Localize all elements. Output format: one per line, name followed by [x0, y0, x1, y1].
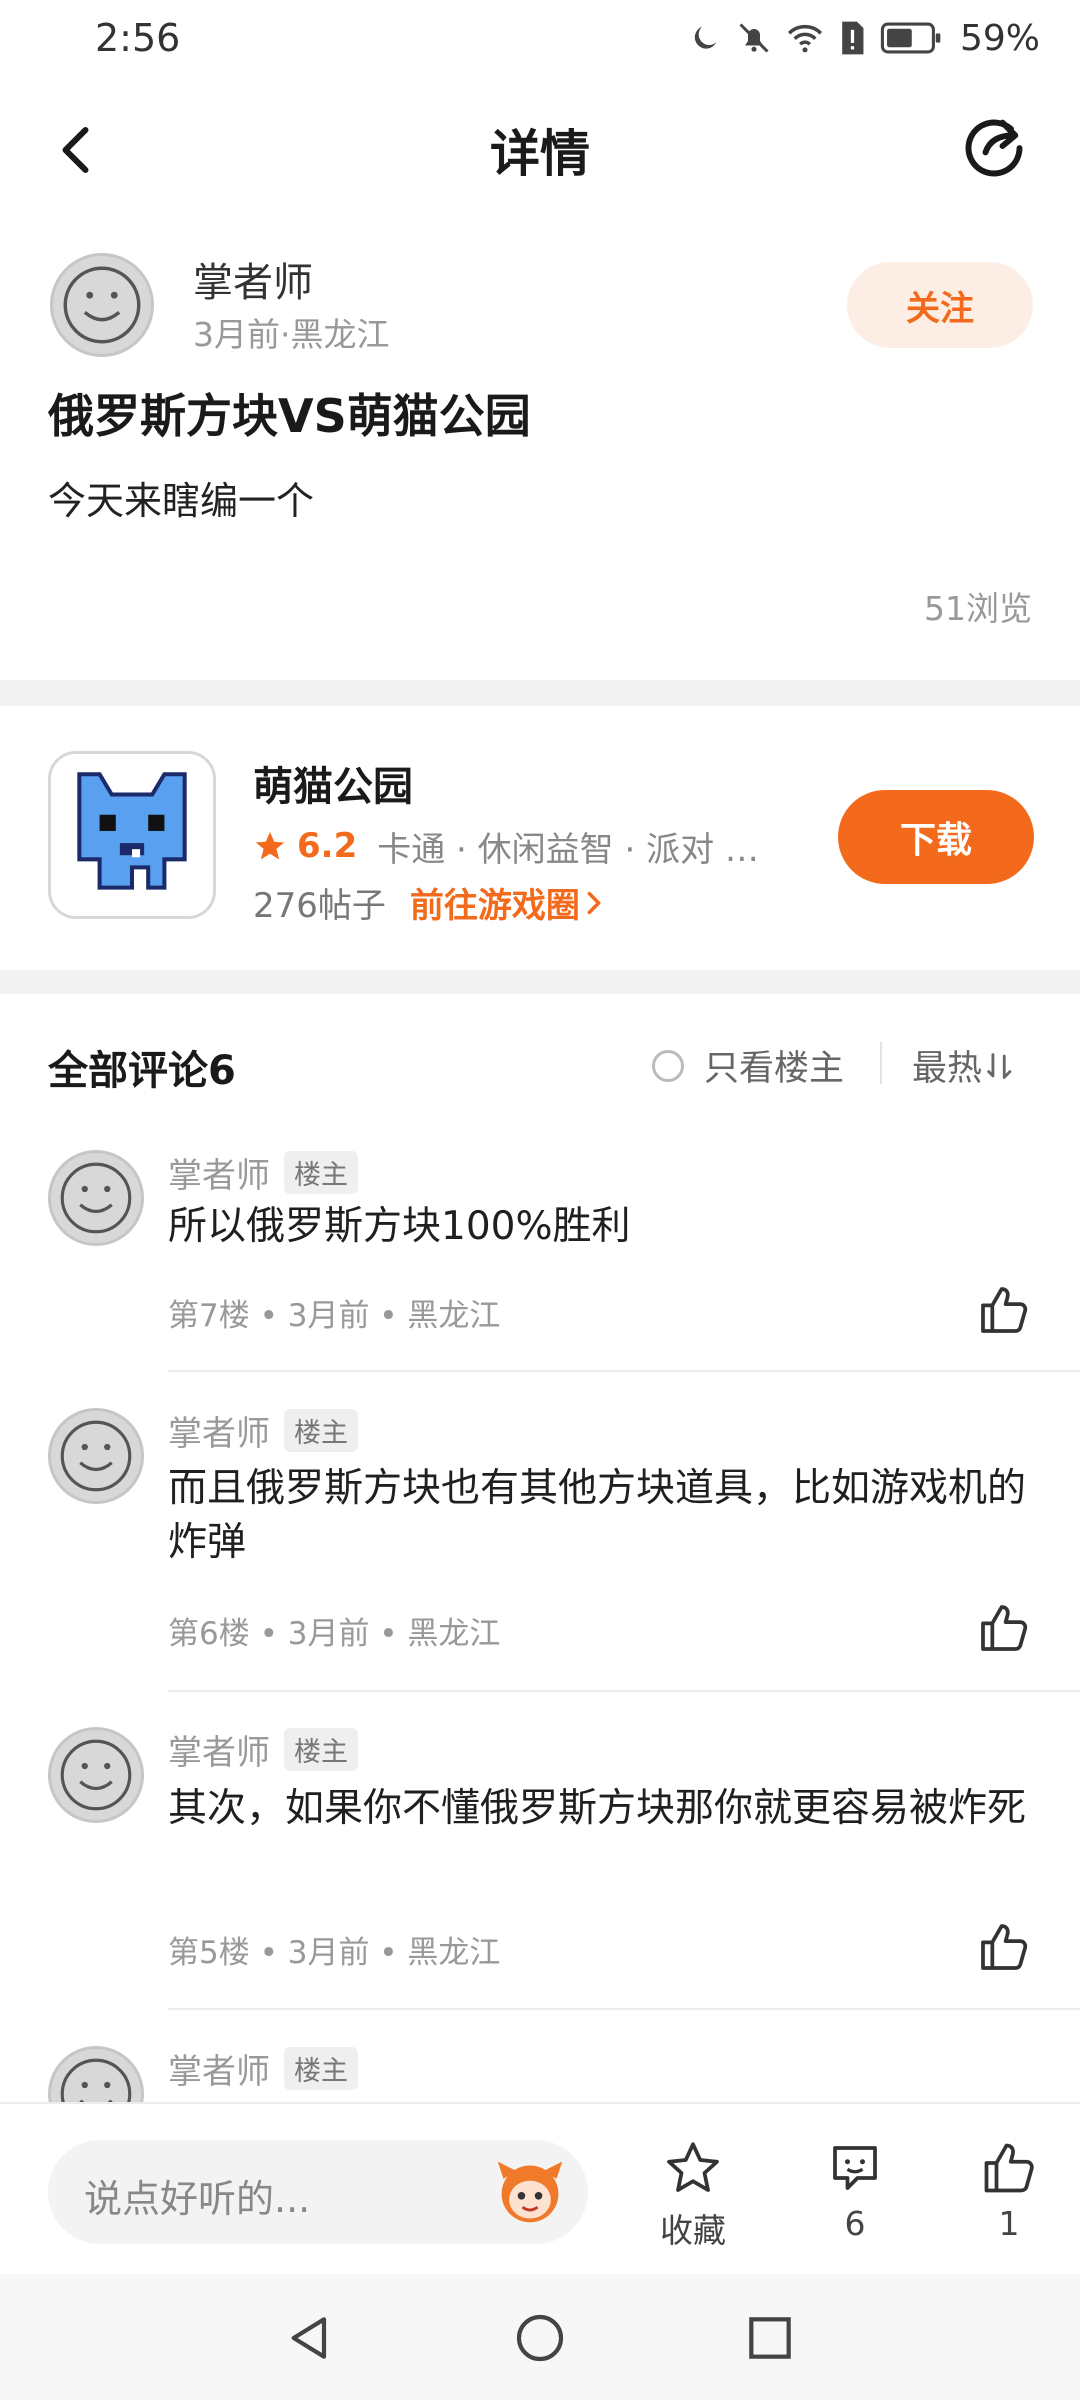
comment-author-name: 掌者师: [168, 1414, 270, 1454]
download-button[interactable]: 下载: [838, 790, 1034, 884]
moon-icon: [694, 26, 717, 49]
thumbs-up-icon[interactable]: [976, 1600, 1032, 1656]
system-nav-bar: [0, 2274, 1080, 2400]
sim-alert-icon: [842, 21, 864, 55]
game-post-count: 276帖子: [253, 886, 386, 926]
favorite-button[interactable]: 收藏: [638, 2138, 748, 2252]
sort-label: 最热: [912, 1049, 983, 1089]
bottom-action-bar: 说点好听的... 收藏 6 1: [0, 2102, 1080, 2276]
comment-author-name: 掌者师: [168, 1156, 270, 1196]
status-time: 2:56: [95, 16, 181, 60]
comment-input[interactable]: 说点好听的...: [48, 2140, 588, 2244]
op-badge: 楼主: [284, 1151, 358, 1194]
comment-author[interactable]: 掌者师 楼主: [168, 1406, 358, 1455]
comment-meta: 第6楼 • 3月前 • 黑龙江: [168, 1616, 501, 1652]
view-count: 51浏览: [924, 589, 1032, 628]
post-title: 俄罗斯方块VS萌猫公园: [48, 389, 531, 443]
game-rating-row: 6.2 卡通 · 休闲益智 · 派对 …: [253, 822, 759, 870]
radio-button[interactable]: [652, 1049, 684, 1082]
star-outline-icon: [667, 2142, 719, 2192]
comment-divider: [168, 2008, 1080, 2010]
comment-author[interactable]: 掌者师 楼主: [168, 2044, 358, 2093]
goto-game-circle-link[interactable]: 前往游戏圈: [410, 878, 580, 927]
sort-arrows-icon: [987, 1052, 1012, 1079]
comment-count-button[interactable]: 6: [800, 2138, 910, 2243]
comment-avatar[interactable]: [48, 1727, 144, 1823]
comment-avatar[interactable]: [48, 1408, 144, 1504]
comment-author-name: 掌者师: [168, 1733, 270, 1773]
only-op-label: 只看楼主: [704, 1049, 845, 1089]
comment-meta: 第7楼 • 3月前 • 黑龙江: [168, 1298, 501, 1334]
battery-percent: 59%: [959, 17, 1040, 59]
comment-author[interactable]: 掌者师 楼主: [168, 1725, 358, 1774]
mute-bell-icon: [739, 23, 769, 53]
section-divider: [0, 970, 1080, 994]
op-badge: 楼主: [284, 2047, 358, 2090]
share-icon[interactable]: [960, 112, 1028, 180]
sort-divider: [880, 1042, 882, 1084]
author-avatar[interactable]: [50, 253, 154, 357]
sort-button[interactable]: 最热: [912, 1040, 1018, 1091]
comment-meta: 第5楼 • 3月前 • 黑龙江: [168, 1935, 501, 1971]
star-icon: [255, 831, 285, 860]
post-body: 今天来瞎编一个: [48, 479, 315, 523]
thumbs-up-icon: [984, 2143, 1034, 2193]
author-meta: 3月前·黑龙江: [193, 315, 390, 354]
comment-author[interactable]: 掌者师 楼主: [168, 1148, 358, 1197]
comment-bubble-icon: [833, 2146, 877, 2190]
op-badge: 楼主: [284, 1728, 358, 1771]
only-op-toggle[interactable]: 只看楼主: [652, 1040, 844, 1091]
page-title: 详情: [490, 125, 590, 183]
nav-back-icon[interactable]: [282, 2310, 338, 2366]
comment-input-placeholder: 说点好听的...: [84, 2177, 311, 2221]
comment-avatar[interactable]: [48, 1150, 144, 1246]
follow-button[interactable]: 关注: [847, 262, 1033, 348]
wifi-icon: [787, 24, 823, 53]
like-button[interactable]: 1: [954, 2138, 1064, 2243]
op-badge: 楼主: [284, 1409, 358, 1452]
nav-recents-icon[interactable]: [742, 2310, 798, 2366]
comment-text: 所以俄罗斯方块100%胜利: [168, 1204, 631, 1249]
battery-icon: [880, 22, 941, 54]
section-divider: [0, 680, 1080, 706]
mascot-emoji-icon[interactable]: [492, 2156, 568, 2228]
game-posts-row: 276帖子 前往游戏圈: [253, 878, 608, 927]
thumbs-up-icon[interactable]: [976, 1282, 1032, 1338]
comment-text: 而且俄罗斯方块也有其他方块道具，比如游戏机的炸弹: [168, 1466, 1027, 1565]
game-tags: 卡通 · 休闲益智 · 派对 …: [377, 829, 759, 870]
author-name[interactable]: 掌者师: [193, 250, 313, 308]
chevron-right-icon[interactable]: [580, 889, 608, 917]
game-icon[interactable]: [48, 751, 216, 919]
comment-author-name: 掌者师: [168, 2052, 270, 2092]
game-name[interactable]: 萌猫公园: [253, 754, 413, 812]
comments-title: 全部评论6: [48, 1048, 236, 1094]
status-icons: 59%: [688, 14, 1040, 62]
comment-divider: [168, 1370, 1080, 1372]
comment-text: 其次，如果你不懂俄罗斯方块那你就更容易被炸死: [168, 1786, 1027, 1831]
thumbs-up-icon[interactable]: [976, 1919, 1032, 1975]
status-bar: 2:56 59%: [0, 0, 1080, 80]
comment-count: 6: [844, 2204, 866, 2243]
nav-home-icon[interactable]: [512, 2310, 568, 2366]
game-rating: 6.2: [297, 826, 358, 866]
top-nav: 详情: [0, 90, 1080, 210]
comment-divider: [168, 1690, 1080, 1692]
favorite-label: 收藏: [660, 2211, 726, 2250]
like-count: 1: [998, 2204, 1020, 2243]
